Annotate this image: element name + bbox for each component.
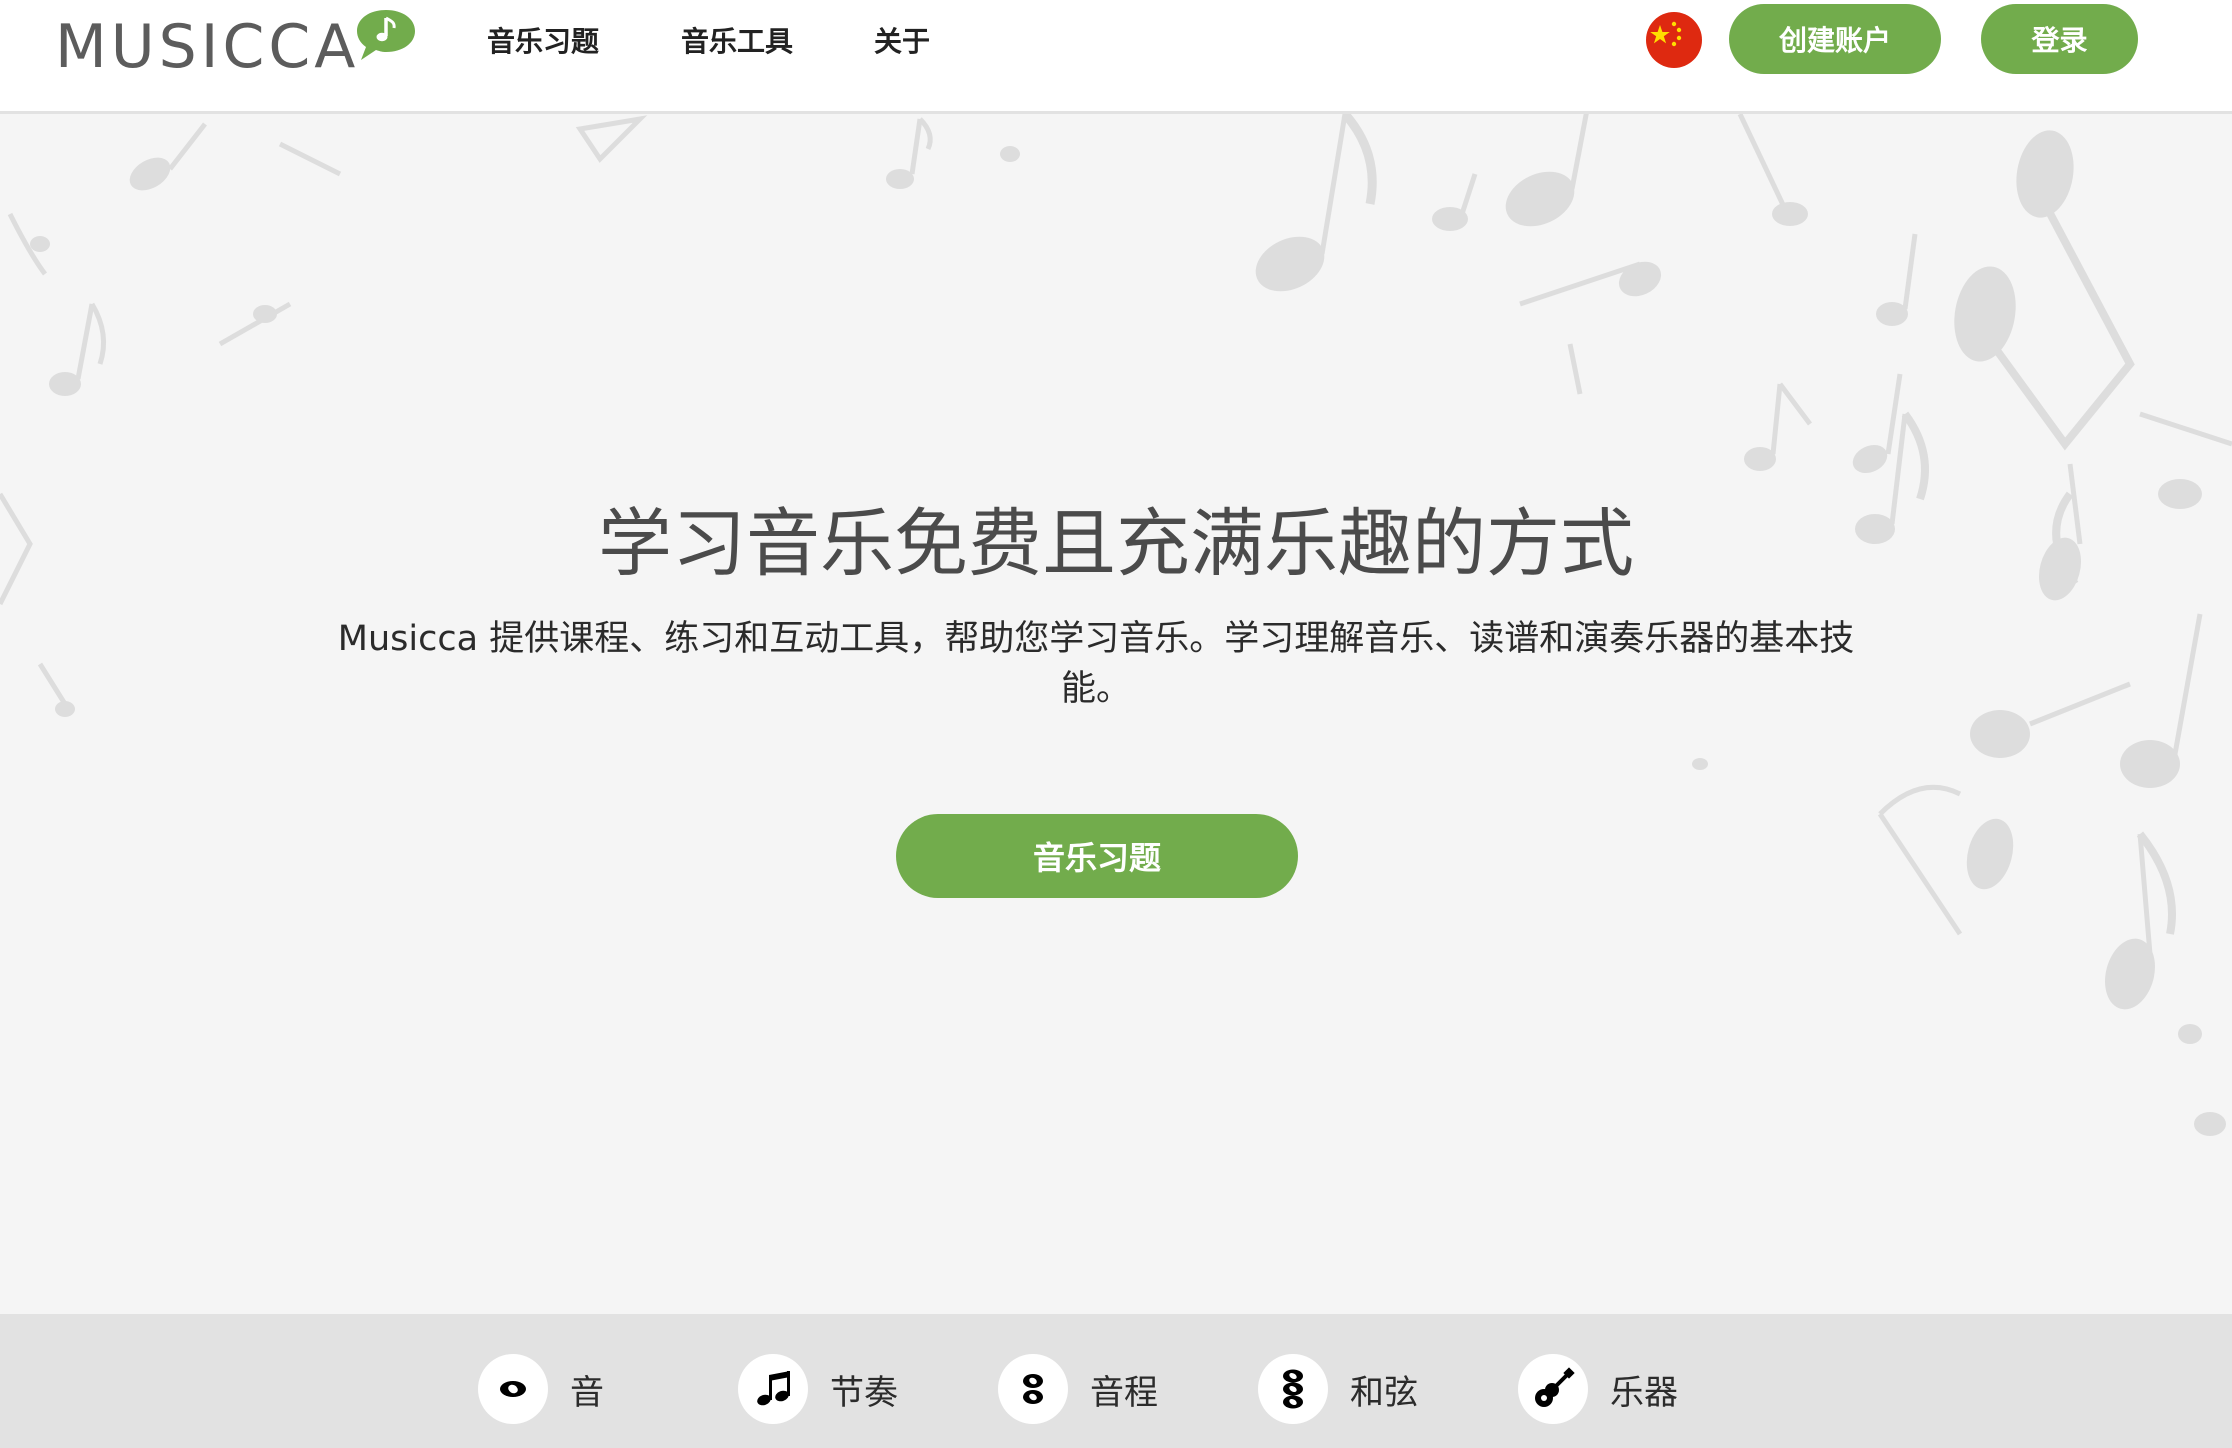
category-chords[interactable]: 和弦 — [1258, 1354, 1418, 1424]
music-exercises-cta-button[interactable]: 音乐习题 — [896, 814, 1298, 898]
hero-description: Musicca 提供课程、练习和互动工具，帮助您学习音乐。学习理解音乐、读谱和演… — [337, 619, 1855, 709]
category-label: 和弦 — [1350, 1372, 1418, 1413]
logo-wordmark: MUSICCA — [55, 12, 360, 82]
eighth-notes-icon — [738, 1354, 808, 1424]
site-header: MUSICCA 音乐习题 音乐工具 关于 创建账户 登录 — [0, 0, 2232, 114]
login-button[interactable]: 登录 — [1981, 4, 2138, 74]
nav-item-music-tools[interactable]: 音乐工具 — [681, 0, 793, 80]
create-account-button[interactable]: 创建账户 — [1729, 4, 1941, 74]
category-label: 音程 — [1090, 1372, 1158, 1413]
hero-title: 学习音乐免费且充满乐趣的方式 — [598, 501, 1634, 587]
category-bar: 音 节奏 音程 和弦 乐器 — [0, 1314, 2232, 1448]
nav-item-label: 关于 — [874, 25, 931, 58]
star-icon — [1650, 21, 1682, 47]
nav-item-about[interactable]: 关于 — [874, 0, 930, 80]
category-instruments[interactable]: 乐器 — [1518, 1354, 1678, 1424]
hero-section: 学习音乐免费且充满乐趣的方式 Musicca 提供课程、练习和互动工具，帮助您学… — [0, 114, 2232, 1314]
category-label: 乐器 — [1610, 1372, 1678, 1413]
category-label: 音 — [570, 1372, 604, 1413]
category-notes[interactable]: 音 — [478, 1354, 604, 1424]
china-flag-icon[interactable] — [1646, 12, 1702, 68]
category-rhythm[interactable]: 节奏 — [738, 1354, 898, 1424]
chord-icon — [1258, 1354, 1328, 1424]
speech-bubble-note-icon — [357, 10, 415, 60]
interval-icon — [998, 1354, 1068, 1424]
category-intervals[interactable]: 音程 — [998, 1354, 1158, 1424]
nav-item-label: 音乐工具 — [681, 25, 794, 58]
guitar-icon — [1518, 1354, 1588, 1424]
music-notes-background — [0, 114, 2232, 1136]
whole-note-icon — [478, 1354, 548, 1424]
nav-item-label: 音乐习题 — [487, 25, 600, 58]
nav-item-music-exercises[interactable]: 音乐习题 — [487, 0, 599, 80]
category-label: 节奏 — [830, 1372, 898, 1413]
